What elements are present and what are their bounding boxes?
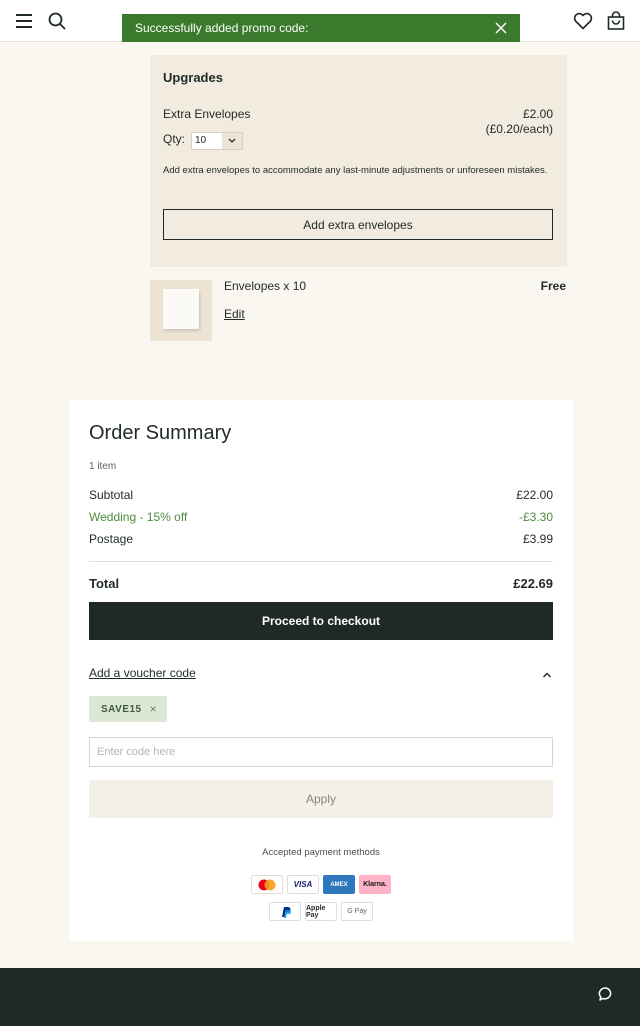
google-pay-icon: G Pay bbox=[341, 902, 373, 921]
chat-icon[interactable] bbox=[597, 985, 615, 1003]
payment-methods-title: Accepted payment methods bbox=[262, 847, 380, 858]
subtotal-label: Subtotal bbox=[89, 488, 134, 502]
heart-icon[interactable] bbox=[573, 11, 593, 31]
upgrades-title: Upgrades bbox=[163, 70, 223, 85]
upgrade-description: Add extra envelopes to accommodate any l… bbox=[163, 165, 548, 176]
footer bbox=[0, 968, 640, 1026]
apply-button[interactable]: Apply bbox=[89, 780, 553, 818]
discount-row: Wedding - 15% off -£3.30 bbox=[89, 510, 553, 524]
klarna-icon: Klarna. bbox=[359, 875, 391, 894]
add-voucher-link[interactable]: Add a voucher code bbox=[89, 666, 196, 680]
product-name: Envelopes x 10 bbox=[224, 279, 307, 293]
add-extra-envelopes-button[interactable]: Add extra envelopes bbox=[163, 209, 553, 240]
qty-value: 10 bbox=[195, 135, 207, 146]
qty-label: Qty: bbox=[163, 132, 186, 146]
total-value: £22.69 bbox=[513, 576, 553, 591]
mastercard-icon bbox=[251, 875, 283, 894]
order-summary: Order Summary 1 item Subtotal £22.00 Wed… bbox=[69, 400, 573, 941]
chevron-up-icon[interactable] bbox=[541, 668, 553, 680]
product-price: Free bbox=[540, 279, 566, 293]
summary-title: Order Summary bbox=[89, 422, 232, 444]
paypal-icon bbox=[269, 902, 301, 921]
upgrades-panel: Upgrades Extra Envelopes £2.00 (£0.20/ea… bbox=[150, 55, 567, 267]
applied-code-chip: SAVE15 × bbox=[89, 696, 168, 722]
total-row: Total £22.69 bbox=[89, 576, 553, 591]
postage-row: Postage £3.99 bbox=[89, 532, 553, 546]
subtotal-value: £22.00 bbox=[516, 488, 553, 502]
promo-toast: Successfully added promo code: bbox=[122, 14, 520, 42]
toast-message: Successfully added promo code: bbox=[135, 21, 309, 35]
divider bbox=[89, 561, 553, 562]
payment-methods-row-2: Apple Pay G Pay bbox=[69, 902, 573, 921]
proceed-to-checkout-button[interactable]: Proceed to checkout bbox=[89, 602, 553, 640]
edit-link[interactable]: Edit bbox=[224, 307, 245, 321]
search-icon[interactable] bbox=[47, 11, 67, 31]
applied-code: SAVE15 bbox=[101, 703, 142, 715]
subtotal-row: Subtotal £22.00 bbox=[89, 488, 553, 502]
qty-select[interactable]: 10 bbox=[191, 132, 243, 150]
close-icon[interactable] bbox=[494, 21, 508, 35]
product-thumbnail bbox=[150, 280, 212, 341]
chevron-down-icon bbox=[222, 133, 242, 149]
remove-code-icon[interactable]: × bbox=[150, 702, 158, 716]
discount-label: Wedding - 15% off bbox=[89, 510, 188, 524]
postage-label: Postage bbox=[89, 532, 134, 546]
payment-methods-row: VISA AMEX Klarna. bbox=[69, 875, 573, 894]
upgrade-item-price-each: (£0.20/each) bbox=[485, 122, 553, 136]
upgrade-item-name: Extra Envelopes bbox=[163, 107, 251, 121]
item-count: 1 item bbox=[89, 461, 117, 472]
visa-icon: VISA bbox=[287, 875, 319, 894]
voucher-code-input[interactable] bbox=[89, 737, 553, 767]
postage-value: £3.99 bbox=[522, 532, 553, 546]
menu-icon[interactable] bbox=[14, 11, 34, 31]
discount-value: -£3.30 bbox=[518, 510, 553, 524]
apple-pay-icon: Apple Pay bbox=[305, 902, 337, 921]
bag-icon[interactable] bbox=[606, 11, 626, 31]
total-label: Total bbox=[89, 576, 120, 591]
amex-icon: AMEX bbox=[323, 875, 355, 894]
upgrade-item-price: £2.00 bbox=[522, 107, 553, 121]
